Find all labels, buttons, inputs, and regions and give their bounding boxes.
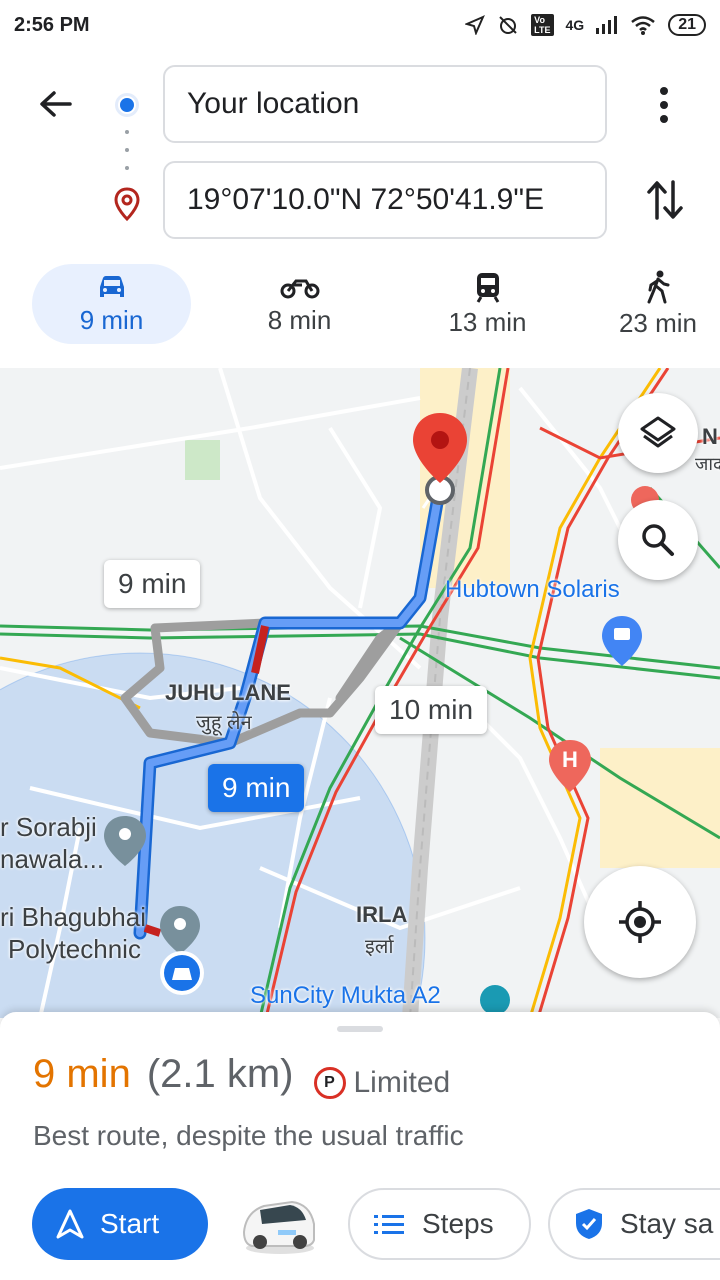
stay-safe-button[interactable]: Stay sa: [548, 1188, 720, 1260]
start-button[interactable]: Start: [32, 1188, 208, 1260]
train-icon: [476, 272, 499, 303]
tab-walk-label: 23 min: [618, 307, 698, 338]
route-bottom-sheet[interactable]: 9 min (2.1 km) P Limited Best route, des…: [0, 1012, 720, 1280]
tab-motorcycle-label: 8 min: [267, 304, 332, 335]
wifi-icon: [631, 16, 655, 35]
shield-check-icon: [576, 1209, 602, 1239]
map-label-n-hindi: जाद: [695, 454, 720, 474]
map-label-bhagubhai: ri Bhagubhai: [0, 902, 146, 932]
tab-transit-label: 13 min: [448, 306, 527, 337]
directions-header: Your location 19°07'10.0"N 72°50'41.9"E …: [0, 50, 720, 370]
map-label-nawala: nawala...: [0, 844, 105, 874]
crosshair-icon: [619, 901, 661, 943]
tab-walk[interactable]: 23 min: [596, 264, 720, 344]
parking-icon: P: [313, 1067, 346, 1099]
tab-motorcycle[interactable]: 8 min: [220, 264, 379, 344]
battery-indicator: 21: [668, 14, 706, 36]
back-arrow-icon[interactable]: [36, 84, 76, 124]
route-summary: 9 min (2.1 km) P Limited: [33, 1052, 450, 1100]
parking-label: Limited: [353, 1066, 451, 1099]
route-time: 9 min: [33, 1052, 131, 1096]
stay-safe-label: Stay sa: [620, 1208, 714, 1239]
destination-pin-icon: [114, 187, 140, 222]
status-icons: Vo LTE 4G 21: [465, 14, 706, 36]
map-label-polytechnic: Polytechnic: [8, 934, 141, 964]
status-bar: 2:56 PM Vo LTE 4G 21: [0, 0, 720, 50]
map-label-sorabji: r Sorabji: [0, 812, 97, 842]
car-icon: [99, 275, 124, 297]
map-label-irla-hindi: इर्ला: [365, 936, 394, 958]
map-view[interactable]: H Hubtown Solaris JUHU LANE जुहू लेन r S…: [0, 368, 720, 1018]
list-icon: [374, 1215, 404, 1234]
map-label-irla: IRLA: [356, 902, 408, 927]
tab-drive[interactable]: 9 min: [32, 264, 191, 344]
travel-mode-tabs: 9 min 8 min 13 min 23 min: [0, 264, 720, 344]
motorcycle-icon: [280, 279, 319, 298]
steps-label: Steps: [422, 1208, 494, 1239]
swap-icon[interactable]: [645, 178, 685, 222]
alarm-off-icon: [499, 16, 517, 34]
route-time-primary[interactable]: 9 min: [208, 764, 305, 812]
layers-button[interactable]: [618, 393, 698, 473]
my-location-button[interactable]: [584, 866, 696, 978]
start-label: Start: [100, 1208, 160, 1239]
tab-drive-label: 9 min: [79, 304, 144, 335]
sheet-drag-handle[interactable]: [337, 1026, 383, 1032]
route-distance: (2.1 km): [146, 1052, 294, 1096]
location-arrow-icon: [465, 15, 486, 35]
tab-transit[interactable]: 13 min: [408, 264, 567, 344]
connector-dots: [124, 130, 130, 170]
search-button[interactable]: [618, 500, 698, 580]
route-time-alt2[interactable]: 10 min: [375, 686, 488, 734]
walk-icon: [647, 270, 670, 303]
map-label-hubtown: Hubtown Solaris: [445, 576, 620, 603]
origin-input[interactable]: Your location: [163, 65, 607, 143]
svg-text:H: H: [562, 747, 578, 772]
network-type: 4G: [565, 17, 585, 33]
signal-icon: [596, 16, 618, 34]
map-label-suncity: SunCity Mukta A2: [250, 982, 441, 1009]
route-description: Best route, despite the usual traffic: [33, 1120, 464, 1151]
steps-button[interactable]: Steps: [348, 1188, 531, 1260]
map-label-juhu-lane: JUHU LANE: [165, 680, 291, 705]
volte-icon: Vo LTE: [531, 14, 554, 36]
route-time-alt1[interactable]: 9 min: [104, 560, 201, 608]
search-icon: [642, 524, 674, 556]
map-label-n: N: [702, 424, 718, 449]
origin-dot-icon: [115, 93, 139, 117]
more-options-icon[interactable]: [650, 85, 678, 125]
navigation-arrow-icon: [56, 1209, 84, 1239]
parking-info: P Limited: [313, 1066, 451, 1100]
car-illustration-icon: [242, 1200, 315, 1254]
destination-input[interactable]: 19°07'10.0"N 72°50'41.9"E: [163, 161, 607, 239]
map-label-juhu-lane-hindi: जुहू लेन: [196, 712, 252, 734]
layers-icon: [640, 416, 676, 448]
status-time: 2:56 PM: [14, 13, 90, 36]
